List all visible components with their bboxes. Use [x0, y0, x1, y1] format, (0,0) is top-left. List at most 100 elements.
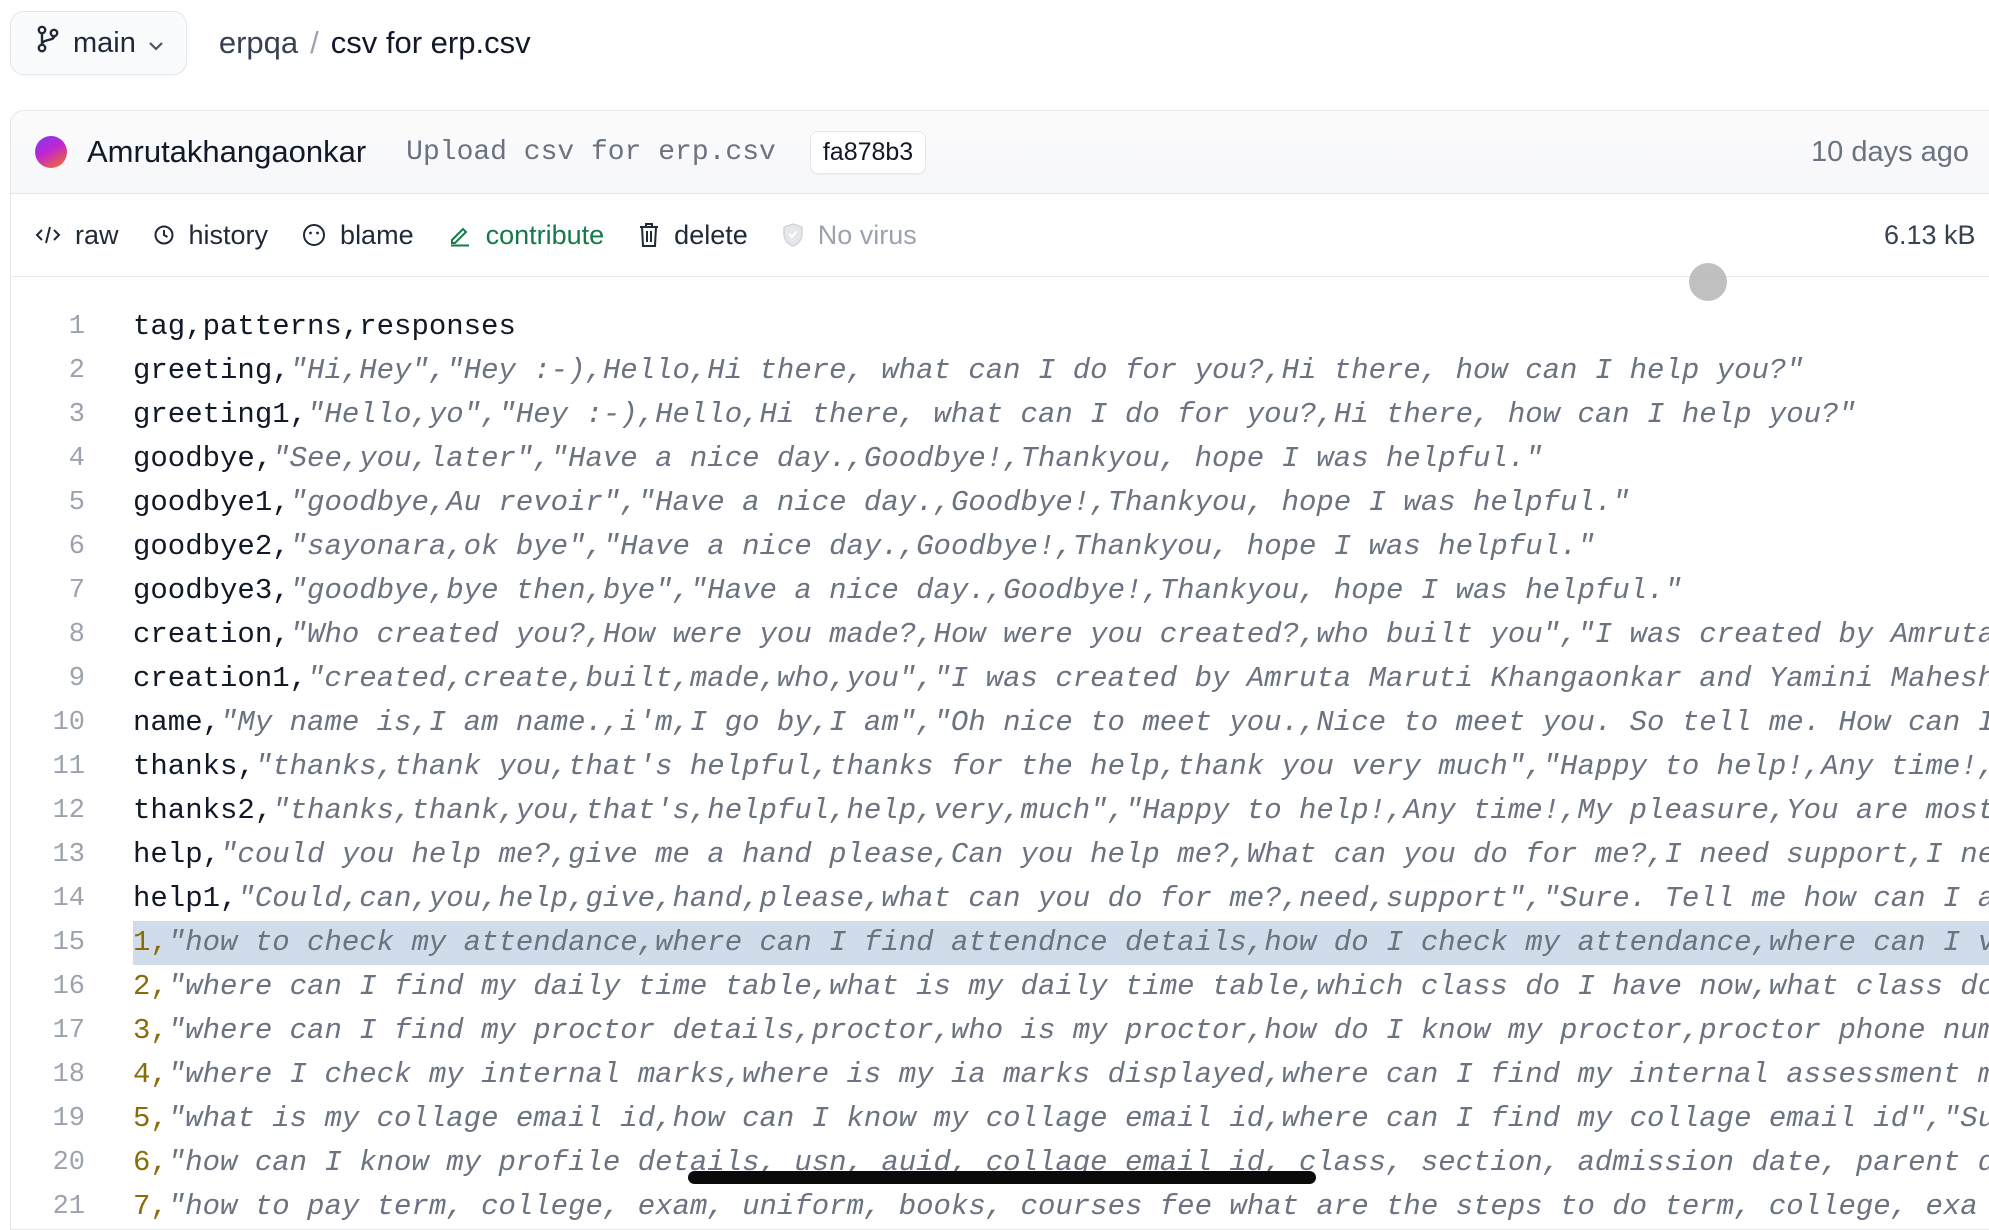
line-tag: 7,	[133, 1190, 168, 1223]
code-icon	[35, 225, 61, 245]
line-tag: thanks2,	[133, 794, 273, 827]
line-number[interactable]: 3	[11, 393, 85, 437]
line-quoted-values: "how to pay term, college, exam, uniform…	[167, 1190, 1978, 1223]
line-quoted-values: "created,create,built,made,who,you","I w…	[307, 662, 1989, 695]
line-quoted-values: "where can I find my daily time table,wh…	[167, 970, 1989, 1003]
file-actions-bar: raw history blame contribute delete No v…	[11, 194, 1989, 277]
code-line[interactable]: 8 creation,"Who created you?,How were you…	[11, 613, 1989, 657]
line-quoted-values: "sayonara,ok bye","Have a nice day.,Good…	[289, 530, 1595, 563]
line-number[interactable]: 15	[11, 921, 85, 965]
code-line[interactable]: 11 thanks,"thanks,thank you,that's helpfu…	[11, 745, 1989, 789]
raw-label: raw	[75, 219, 119, 250]
code-line[interactable]: 15 1,"how to check my attendance,where ca…	[11, 921, 1989, 965]
home-indicator-bar[interactable]	[688, 1171, 1316, 1184]
delete-label: delete	[674, 219, 748, 250]
line-tag: 4,	[133, 1058, 168, 1091]
commit-sha-badge[interactable]: fa878b3	[809, 130, 927, 174]
line-content: 1,"how to check my attendance,where can …	[133, 921, 1989, 965]
line-content: 7,"how to pay term, college, exam, unifo…	[133, 1185, 1989, 1229]
line-content: goodbye3,"goodbye,bye then,bye","Have a …	[133, 569, 1989, 613]
commit-message[interactable]: Upload csv for erp.csv	[406, 137, 776, 168]
code-line[interactable]: 3 greeting1,"Hello,yo","Hey :-),Hello,Hi …	[11, 393, 1989, 437]
history-button[interactable]: history	[153, 220, 268, 251]
code-line[interactable]: 2 greeting,"Hi,Hey","Hey :-),Hello,Hi the…	[11, 349, 1989, 393]
pencil-icon	[448, 223, 472, 247]
branch-selector-button[interactable]: main	[10, 11, 187, 75]
commit-author[interactable]: Amrutakhangaonkar	[87, 134, 366, 170]
code-line[interactable]: 12 thanks2,"thanks,thank,you,that's,helpf…	[11, 789, 1989, 833]
line-number[interactable]: 17	[11, 1009, 85, 1053]
code-line[interactable]: 21 7,"how to pay term, college, exam, uni…	[11, 1185, 1989, 1229]
file-header: main erpqa / csv for erp.csv	[10, 10, 531, 76]
line-content: 4,"where I check my internal marks,where…	[133, 1053, 1989, 1097]
line-number[interactable]: 20	[11, 1141, 85, 1185]
line-number[interactable]: 8	[11, 613, 85, 657]
line-number[interactable]: 12	[11, 789, 85, 833]
touch-cursor-indicator	[1689, 263, 1727, 301]
line-number[interactable]: 16	[11, 965, 85, 1009]
contribute-button[interactable]: contribute	[448, 219, 605, 251]
line-number[interactable]: 9	[11, 657, 85, 701]
line-number[interactable]: 2	[11, 349, 85, 393]
line-tag: goodbye1,	[133, 486, 290, 519]
line-number[interactable]: 14	[11, 877, 85, 921]
line-tag: goodbye,	[133, 442, 273, 475]
line-number[interactable]: 5	[11, 481, 85, 525]
line-number[interactable]: 6	[11, 525, 85, 569]
code-line[interactable]: 17 3,"where can I find my proctor details…	[11, 1009, 1989, 1053]
code-line[interactable]: 14 help1,"Could,can,you,help,give,hand,pl…	[11, 877, 1989, 921]
clock-icon	[153, 224, 175, 246]
contribute-label: contribute	[485, 219, 605, 250]
line-tag: 6,	[133, 1146, 168, 1179]
code-line[interactable]: 9 creation1,"created,create,built,made,wh…	[11, 657, 1989, 701]
last-commit-bar: Amrutakhangaonkar Upload csv for erp.csv…	[11, 111, 1989, 194]
code-line[interactable]: 5 goodbye1,"goodbye,Au revoir","Have a ni…	[11, 481, 1989, 525]
line-quoted-values: "Hi,Hey","Hey :-),Hello,Hi there, what c…	[289, 354, 1804, 387]
raw-button[interactable]: raw	[35, 220, 119, 251]
blame-button[interactable]: blame	[302, 220, 414, 251]
line-content: tag,patterns,responses	[133, 305, 1989, 349]
breadcrumb: erpqa / csv for erp.csv	[219, 25, 531, 61]
line-content: name,"My name is,I am name.,i'm,I go by,…	[133, 701, 1989, 745]
breadcrumb-separator: /	[310, 25, 319, 60]
line-number[interactable]: 18	[11, 1053, 85, 1097]
line-number[interactable]: 11	[11, 745, 85, 789]
code-line[interactable]: 4 goodbye,"See,you,later","Have a nice da…	[11, 437, 1989, 481]
line-quoted-values: "My name is,I am name.,i'm,I go by,I am"…	[220, 706, 1989, 739]
code-line[interactable]: 1 tag,patterns,responses	[11, 305, 1989, 349]
avatar[interactable]	[35, 136, 67, 168]
code-line[interactable]: 18 4,"where I check my internal marks,whe…	[11, 1053, 1989, 1097]
code-line[interactable]: 6 goodbye2,"sayonara,ok bye","Have a nice…	[11, 525, 1989, 569]
commit-time: 10 days ago	[1811, 135, 1970, 168]
code-line[interactable]: 13 help,"could you help me?,give me a han…	[11, 833, 1989, 877]
line-tag: goodbye2,	[133, 530, 290, 563]
virus-scan-status[interactable]: No virus	[782, 220, 917, 251]
line-number[interactable]: 1	[11, 305, 85, 349]
line-tag: help,	[133, 838, 221, 871]
line-content: 3,"where can I find my proctor details,p…	[133, 1009, 1989, 1053]
code-line[interactable]: 19 5,"what is my collage email id,how can…	[11, 1097, 1989, 1141]
novirus-label: No virus	[817, 219, 917, 250]
line-quoted-values: "See,you,later","Have a nice day.,Goodby…	[272, 442, 1543, 475]
line-number[interactable]: 10	[11, 701, 85, 745]
line-tag: creation1,	[133, 662, 308, 695]
line-number[interactable]: 19	[11, 1097, 85, 1141]
line-quoted-values: "where can I find my proctor details,pro…	[167, 1014, 1989, 1047]
chevron-down-icon	[148, 27, 164, 60]
line-quoted-values: "Who created you?,How were you made?,How…	[289, 618, 1989, 651]
line-tag: 2,	[133, 970, 168, 1003]
line-tag: help1,	[133, 882, 238, 915]
code-line[interactable]: 10 name,"My name is,I am name.,i'm,I go b…	[11, 701, 1989, 745]
delete-button[interactable]: delete	[638, 220, 748, 251]
breadcrumb-repo-link[interactable]: erpqa	[219, 25, 298, 61]
code-line[interactable]: 7 goodbye3,"goodbye,bye then,bye","Have a…	[11, 569, 1989, 613]
line-number[interactable]: 4	[11, 437, 85, 481]
line-content: 2,"where can I find my daily time table,…	[133, 965, 1989, 1009]
line-content: thanks2,"thanks,thank,you,that's,helpful…	[133, 789, 1989, 833]
code-line[interactable]: 16 2,"where can I find my daily time tabl…	[11, 965, 1989, 1009]
line-number[interactable]: 13	[11, 833, 85, 877]
line-number[interactable]: 7	[11, 569, 85, 613]
file-size: 6.13 kB	[1884, 219, 1976, 250]
line-content: thanks,"thanks,thank you,that's helpful,…	[133, 745, 1989, 789]
line-number[interactable]: 21	[11, 1185, 85, 1229]
